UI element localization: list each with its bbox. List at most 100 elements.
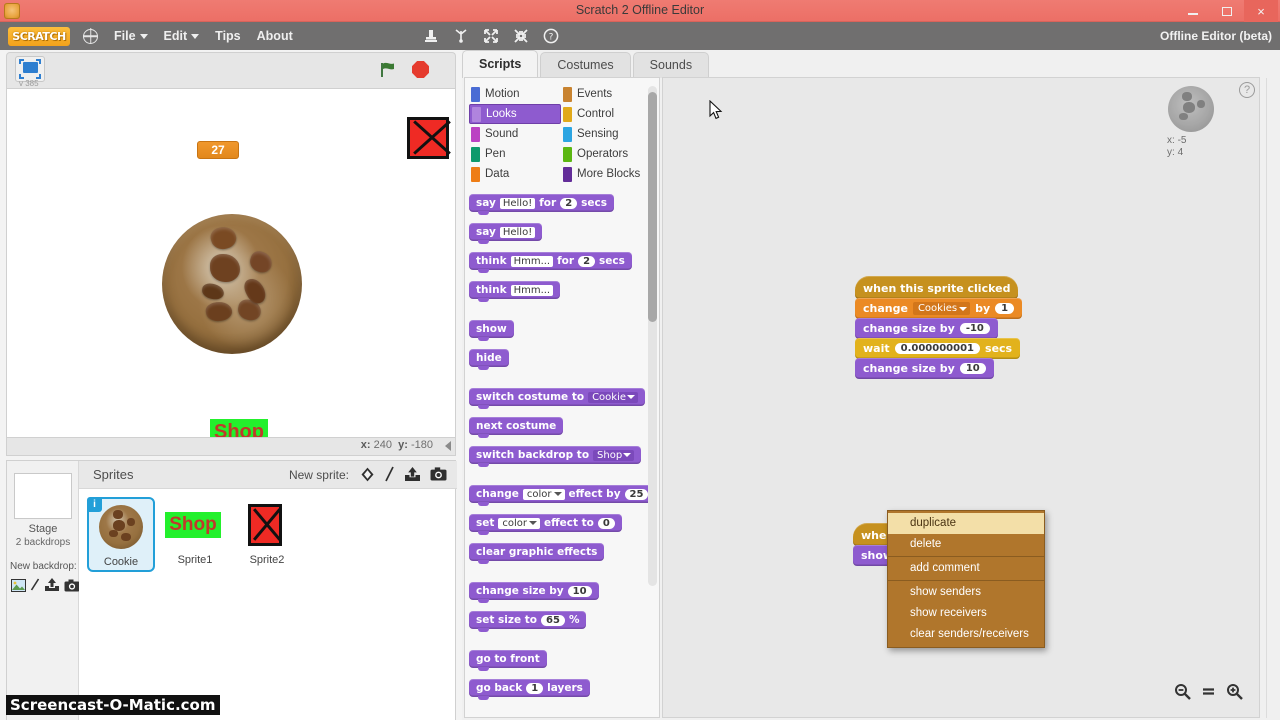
stage-canvas[interactable]: 27 Shop <box>6 88 456 438</box>
palette-block[interactable]: show <box>469 320 514 341</box>
menu-tips[interactable]: Tips <box>215 29 240 43</box>
palette-block[interactable]: hide <box>469 349 509 370</box>
block-text-input[interactable]: Hmm... <box>510 255 554 267</box>
category-motion[interactable]: Motion <box>469 84 561 104</box>
palette-block[interactable]: go back 1 layers <box>469 679 590 700</box>
help-icon[interactable]: ? <box>1239 82 1255 98</box>
category-data[interactable]: Data <box>469 164 561 184</box>
context-menu-item[interactable]: clear senders/receivers <box>888 624 1044 645</box>
scratch-logo[interactable]: SCRATCH <box>8 26 70 46</box>
library-icon[interactable] <box>360 467 375 487</box>
category-sound[interactable]: Sound <box>469 124 561 144</box>
collapse-arrow-icon[interactable] <box>445 441 451 451</box>
grow-icon[interactable] <box>483 28 499 44</box>
zoom-out-icon[interactable] <box>1174 683 1191 703</box>
variable-watcher[interactable]: 27 <box>197 141 239 159</box>
category-events[interactable]: Events <box>561 84 653 104</box>
upload-icon[interactable] <box>44 578 60 597</box>
tab-costumes[interactable]: Costumes <box>540 52 631 78</box>
palette-block[interactable]: go to front <box>469 650 547 671</box>
script-block[interactable]: change Cookies by 1 <box>855 298 1023 319</box>
category-operators[interactable]: Operators <box>561 144 653 164</box>
palette-block[interactable]: set size to 65% <box>469 611 587 632</box>
block-number-input[interactable]: 10 <box>959 363 986 374</box>
block-number-input[interactable]: 25 <box>624 488 649 500</box>
stamp-icon[interactable] <box>423 28 439 44</box>
canvas-scrollbar[interactable] <box>1266 78 1278 718</box>
category-control[interactable]: Control <box>561 104 653 124</box>
context-menu-item[interactable]: delete <box>888 534 1044 555</box>
script-canvas[interactable]: x: -5 y: 4 ? when this sprite clicked cha… <box>662 77 1260 718</box>
zoom-reset-icon[interactable] <box>1201 684 1216 702</box>
script-block[interactable]: change size by 10 <box>855 358 994 379</box>
palette-block[interactable]: change size by 10 <box>469 582 599 603</box>
block-dropdown[interactable]: color <box>522 488 565 500</box>
block-dropdown[interactable]: Shop <box>593 449 635 461</box>
block-context-menu[interactable]: duplicate delete add comment show senders sh… <box>887 510 1045 648</box>
tab-sounds[interactable]: Sounds <box>632 52 710 78</box>
context-menu-item[interactable]: add comment <box>888 558 1044 579</box>
script-block[interactable]: wait 0.000000001 secs <box>855 338 1021 359</box>
palette-block[interactable]: switch backdrop to Shop <box>469 446 642 467</box>
palette-block[interactable]: next costume <box>469 417 564 438</box>
block-number-input[interactable]: 2 <box>578 255 596 267</box>
block-text-input[interactable]: Hello! <box>499 226 536 238</box>
stage-sprite-cookie[interactable] <box>162 214 302 354</box>
stage-thumbnail[interactable] <box>14 473 72 519</box>
menu-edit[interactable]: Edit <box>164 29 200 43</box>
globe-icon[interactable] <box>83 28 98 44</box>
script-stack-main[interactable]: when this sprite clicked change Cookies by 1… <box>855 276 1023 379</box>
close-button[interactable]: × <box>1244 0 1278 22</box>
block-text-input[interactable]: Hello! <box>499 197 536 209</box>
category-more-blocks[interactable]: More Blocks <box>561 164 653 184</box>
block-text-input[interactable]: Hmm... <box>510 284 554 296</box>
green-flag-icon[interactable] <box>379 61 397 79</box>
upload-icon[interactable] <box>404 466 421 487</box>
library-icon[interactable] <box>11 578 26 597</box>
block-dropdown[interactable]: Cookie <box>588 391 639 403</box>
palette-block[interactable]: think Hmm... for 2 secs <box>469 252 632 273</box>
category-looks[interactable]: Looks <box>469 104 561 124</box>
paint-icon[interactable] <box>30 578 40 597</box>
block-number-input[interactable]: 0 <box>597 517 615 529</box>
category-sensing[interactable]: Sensing <box>561 124 653 144</box>
block-number-input[interactable]: 65 <box>541 614 565 626</box>
stage-sprite-redx[interactable] <box>407 117 449 159</box>
sprite-item-sprite2[interactable]: Sprite2 <box>233 497 301 566</box>
sprite-item-cookie[interactable]: i Cookie <box>87 497 155 572</box>
paint-icon[interactable] <box>384 466 395 487</box>
shrink-icon[interactable] <box>513 28 529 44</box>
help-icon[interactable]: ? <box>543 28 559 44</box>
palette-scrollbar[interactable] <box>648 86 657 586</box>
block-number-input[interactable]: 1 <box>526 682 544 694</box>
minimize-button[interactable] <box>1176 0 1210 22</box>
palette-block[interactable]: clear graphic effects <box>469 543 605 564</box>
maximize-button[interactable] <box>1210 0 1244 22</box>
context-menu-item[interactable]: duplicate <box>888 513 1044 534</box>
block-dropdown[interactable]: Cookies <box>912 302 971 315</box>
palette-block[interactable]: think Hmm... <box>469 281 561 302</box>
block-number-input[interactable]: 10 <box>567 585 592 597</box>
palette-block[interactable]: set color effect to 0 <box>469 514 622 535</box>
stage-sprite-shop[interactable]: Shop <box>210 419 268 437</box>
script-block[interactable]: when this sprite clicked <box>855 276 1019 299</box>
palette-scrollbar-thumb[interactable] <box>648 92 657 322</box>
context-menu-item[interactable]: show receivers <box>888 603 1044 624</box>
palette-block[interactable]: change color effect by 25 <box>469 485 651 506</box>
palette-block-list[interactable]: say Hello! for 2 secs say Hello! think Hmm... for… <box>469 193 651 713</box>
block-number-input[interactable]: 2 <box>560 197 578 209</box>
camera-icon[interactable] <box>64 579 80 597</box>
zoom-in-icon[interactable] <box>1226 683 1243 703</box>
block-dropdown[interactable]: color <box>498 517 541 529</box>
stop-sign-icon[interactable] <box>412 61 429 78</box>
script-block[interactable]: change size by -10 <box>855 318 998 339</box>
camera-icon[interactable] <box>430 467 447 486</box>
menu-about[interactable]: About <box>257 29 293 43</box>
block-number-input[interactable]: 1 <box>995 303 1015 314</box>
tab-scripts[interactable]: Scripts <box>462 50 539 78</box>
block-number-input[interactable]: -10 <box>959 323 990 334</box>
palette-block[interactable]: switch costume to Cookie <box>469 388 646 409</box>
palette-block[interactable]: say Hello! <box>469 223 543 244</box>
menu-file[interactable]: File <box>114 29 148 43</box>
context-menu-item[interactable]: show senders <box>888 582 1044 603</box>
